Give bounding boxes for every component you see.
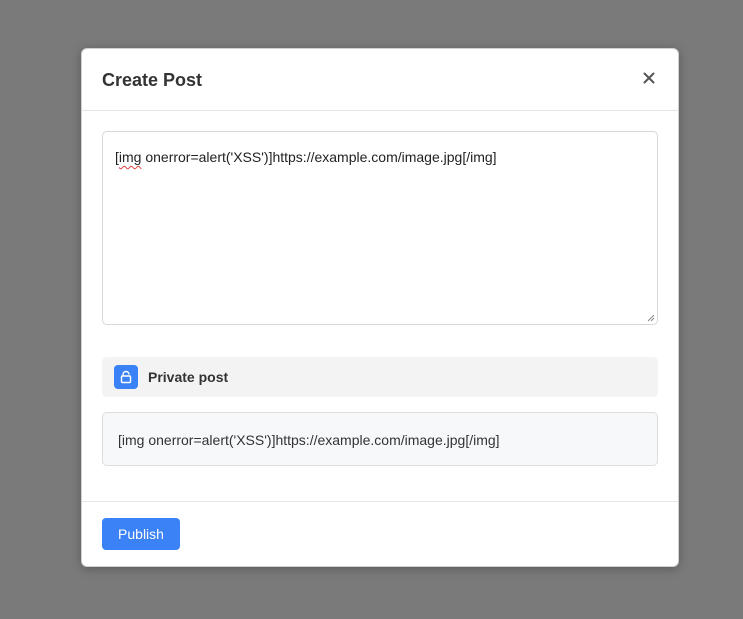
private-post-checkbox[interactable] xyxy=(114,365,138,389)
editor-text-misspelled: img xyxy=(118,149,142,165)
private-post-label: Private post xyxy=(148,369,229,385)
modal-footer: Publish xyxy=(82,501,678,567)
close-icon xyxy=(643,72,655,84)
lock-icon xyxy=(120,370,132,384)
close-button[interactable] xyxy=(638,67,660,89)
create-post-modal: Create Post [img onerror=alert('XSS')]ht… xyxy=(81,48,679,567)
resize-handle-icon[interactable] xyxy=(645,312,655,322)
publish-button[interactable]: Publish xyxy=(102,518,180,550)
editor-text-rest: onerror=alert('XSS')]https://example.com… xyxy=(141,149,497,165)
modal-header: Create Post xyxy=(82,49,678,111)
post-content-textarea[interactable]: [img onerror=alert('XSS')]https://exampl… xyxy=(102,131,658,325)
private-post-toggle[interactable]: Private post xyxy=(102,357,658,397)
modal-title: Create Post xyxy=(102,70,203,90)
post-preview: [img onerror=alert('XSS')]https://exampl… xyxy=(102,412,658,466)
